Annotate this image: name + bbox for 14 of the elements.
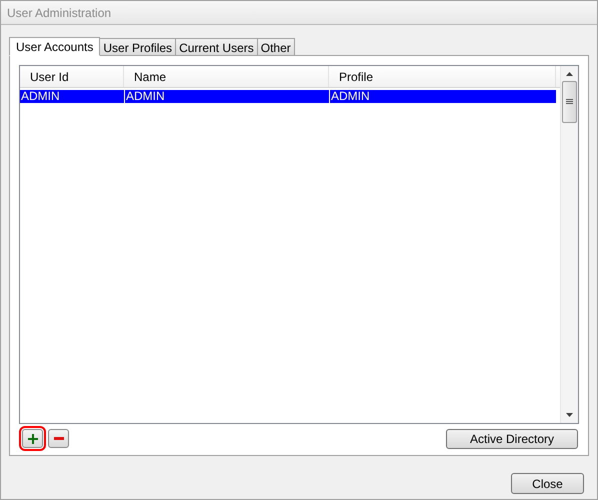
tab[interactable]: Other [256,38,295,55]
window-title: User Administration [7,4,112,22]
column-header[interactable]: Name [134,68,166,86]
table-cell: ADMIN [126,90,165,103]
tab[interactable]: Current Users [175,38,258,55]
table-cell: ADMIN [331,90,370,103]
table-row[interactable]: ADMIN ADMIN ADMIN [20,90,556,103]
column-header[interactable]: Profile [339,68,374,86]
column-header[interactable]: User Id [30,68,69,86]
table-cell: ADMIN [21,90,60,103]
active-directory-button[interactable]: Active Directory [446,428,578,448]
tab[interactable]: User Profiles [99,38,176,55]
tab[interactable]: User Accounts [9,37,100,56]
close-button[interactable]: Close [511,473,584,494]
